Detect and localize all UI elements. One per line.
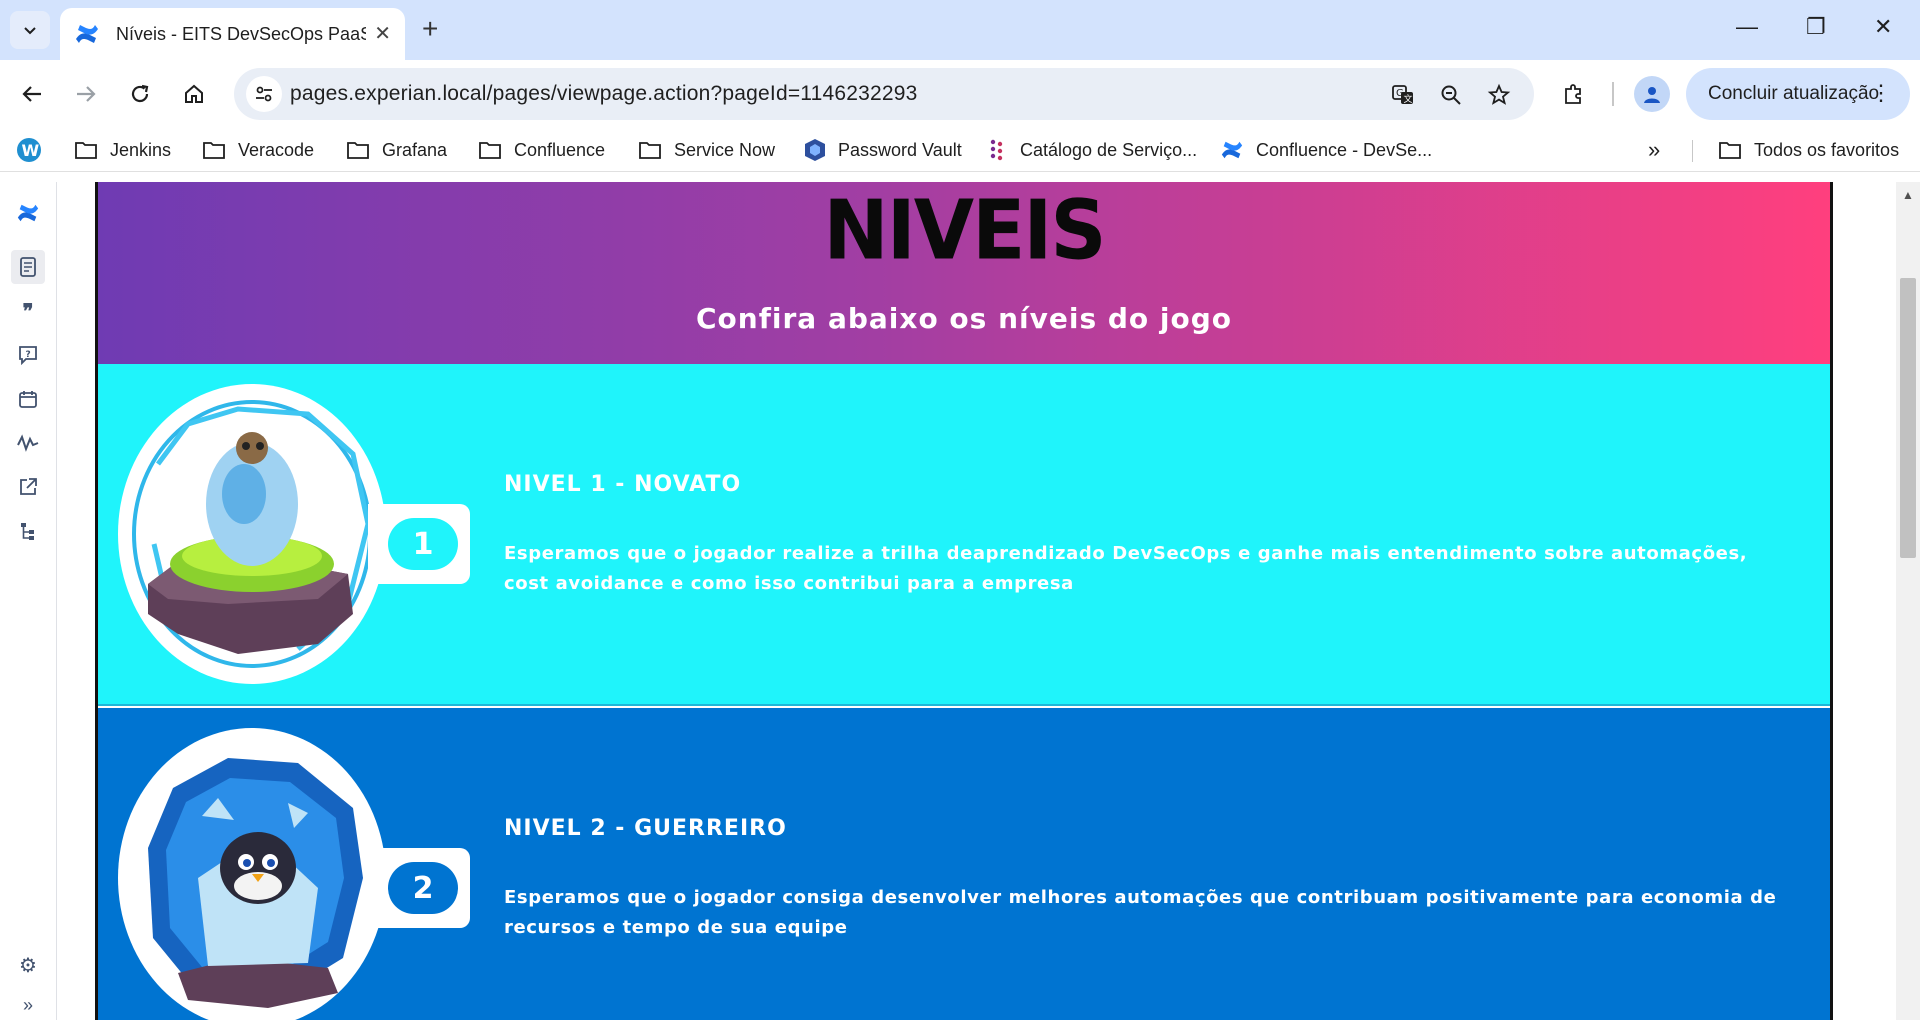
bookmark-label: Confluence — [514, 139, 606, 160]
bookmark-w-app[interactable]: W — [16, 136, 42, 164]
level-number: 2 — [388, 862, 458, 914]
confluence-sidebar: ❞ ? ⚙ » || — [0, 182, 62, 1022]
zoom-icon[interactable] — [1436, 80, 1466, 110]
hero-subtitle: Confira abaixo os níveis do jogo — [696, 302, 1232, 335]
level-card: 1 NIVEL 1 - NOVATO Esperamos que o jogad… — [98, 364, 1830, 706]
bookmark-label: Jenkins — [110, 139, 172, 160]
hierarchy-icon[interactable] — [11, 514, 45, 548]
back-icon[interactable] — [14, 76, 50, 112]
restore-icon[interactable]: ❐ — [1806, 14, 1826, 40]
folder-icon — [1718, 140, 1742, 160]
confluence-icon — [1220, 138, 1244, 162]
update-chrome-button[interactable]: Concluir atualização ⋮ — [1686, 68, 1910, 120]
folder-icon — [346, 140, 370, 160]
levels-frame: NIVEIS Confira abaixo os níveis do jogo — [95, 182, 1833, 1020]
feedback-icon[interactable]: ? — [11, 338, 45, 372]
settings-icon[interactable]: ⚙ — [11, 948, 45, 982]
address-bar[interactable]: pages.experian.local/pages/viewpage.acti… — [234, 68, 1534, 120]
vault-icon — [804, 138, 826, 162]
home-icon[interactable] — [176, 76, 212, 112]
bookmark-label: Catálogo de Serviço... — [1020, 139, 1198, 160]
bookmarks-divider — [1692, 140, 1693, 162]
calendar-icon[interactable] — [11, 382, 45, 416]
bookmark-label: Grafana — [382, 139, 448, 160]
bookmark-catalogo[interactable]: Catálogo de Serviço... — [988, 136, 1197, 164]
chevron-down-icon — [24, 27, 36, 35]
page-scrollbar[interactable]: ▲ — [1896, 182, 1920, 1020]
tab-title: Níveis - EITS DevSecOps PaaS B — [116, 23, 366, 44]
close-tab-icon[interactable]: ✕ — [374, 22, 391, 46]
level-description: Esperamos que o jogador consiga desenvol… — [504, 887, 1777, 938]
confluence-logo-icon[interactable] — [11, 196, 45, 230]
browser-toolbar: pages.experian.local/pages/viewpage.acti… — [0, 60, 1920, 128]
egg-illustration-icon — [132, 400, 372, 668]
external-link-icon[interactable] — [11, 470, 45, 504]
svg-text:W: W — [22, 141, 40, 160]
url-text[interactable]: pages.experian.local/pages/viewpage.acti… — [290, 82, 918, 106]
toolbar-divider — [1612, 82, 1614, 106]
level-card: 2 NIVEL 2 - GUERREIRO Esperamos que o jo… — [98, 708, 1830, 1020]
folder-icon — [638, 140, 662, 160]
tab-search-button[interactable] — [10, 11, 50, 49]
bookmark-confluence[interactable]: Confluence — [478, 136, 605, 164]
bookmarks-bar: W Jenkins Veracode Grafana Confluence Se… — [0, 128, 1920, 172]
bookmark-grafana[interactable]: Grafana — [346, 136, 447, 164]
bookmark-password-vault[interactable]: Password Vault — [804, 136, 962, 164]
bookmark-label: Password Vault — [838, 139, 962, 160]
servicenow-icon — [988, 138, 1008, 162]
update-button-label: Concluir atualização — [1708, 83, 1880, 104]
hero-banner: NIVEIS Confira abaixo os níveis do jogo — [98, 182, 1830, 364]
new-tab-button[interactable]: + — [422, 14, 438, 44]
expand-sidebar-icon[interactable]: » — [11, 988, 45, 1022]
level-number: 1 — [388, 518, 458, 570]
tab-strip: Níveis - EITS DevSecOps PaaS B ✕ + — ❐ ✕ — [0, 0, 1920, 60]
bookmark-label: Confluence - DevSe... — [1256, 139, 1433, 160]
forward-icon[interactable] — [68, 76, 104, 112]
minimize-icon[interactable]: — — [1736, 14, 1758, 40]
level-title: NIVEL 1 - NOVATO — [504, 472, 742, 497]
bookmark-veracode[interactable]: Veracode — [202, 136, 314, 164]
bookmark-all-favorites[interactable]: Todos os favoritos — [1718, 136, 1899, 164]
svg-text:文: 文 — [1404, 93, 1413, 105]
more-menu-icon[interactable]: ⋮ — [1870, 80, 1892, 106]
bookmark-confluence-devsecops[interactable]: Confluence - DevSe... — [1220, 136, 1432, 164]
more-bookmarks-icon[interactable]: » — [1648, 136, 1660, 164]
penguin-illustration-icon — [134, 746, 370, 1010]
bookmark-label: Todos os favoritos — [1754, 139, 1900, 160]
folder-icon — [202, 140, 226, 160]
page-icon[interactable] — [11, 250, 45, 284]
confluence-icon — [76, 25, 98, 43]
reload-icon[interactable] — [122, 76, 158, 112]
page-content: NIVEIS Confira abaixo os níveis do jogo — [57, 182, 1896, 1020]
profile-avatar-icon[interactable] — [1634, 76, 1670, 112]
quote-icon[interactable]: ❞ — [11, 294, 45, 328]
scroll-thumb[interactable] — [1900, 278, 1916, 558]
extensions-icon[interactable] — [1556, 76, 1592, 112]
bookmark-label: Veracode — [238, 139, 315, 160]
bookmark-jenkins[interactable]: Jenkins — [74, 136, 171, 164]
level-title: NIVEL 2 - GUERREIRO — [504, 816, 787, 841]
site-info-icon[interactable] — [246, 76, 282, 112]
svg-text:?: ? — [26, 350, 31, 360]
hero-title: NIVEIS — [823, 183, 1106, 279]
w-app-icon: W — [17, 138, 41, 162]
bookmark-label: Service Now — [674, 139, 776, 160]
level-medal — [118, 728, 386, 1020]
translate-icon[interactable]: G文 — [1388, 80, 1418, 110]
browser-tab-active[interactable]: Níveis - EITS DevSecOps PaaS B ✕ — [60, 8, 405, 60]
analytics-icon[interactable] — [11, 426, 45, 460]
bookmark-service-now[interactable]: Service Now — [638, 136, 775, 164]
bookmark-star-icon[interactable] — [1484, 80, 1514, 110]
folder-icon — [74, 140, 98, 160]
folder-icon — [478, 140, 502, 160]
level-description: Esperamos que o jogador realize a trilha… — [504, 543, 1748, 594]
scroll-up-arrow-icon[interactable]: ▲ — [1902, 188, 1914, 202]
level-medal — [118, 384, 386, 684]
close-window-icon[interactable]: ✕ — [1874, 14, 1892, 40]
